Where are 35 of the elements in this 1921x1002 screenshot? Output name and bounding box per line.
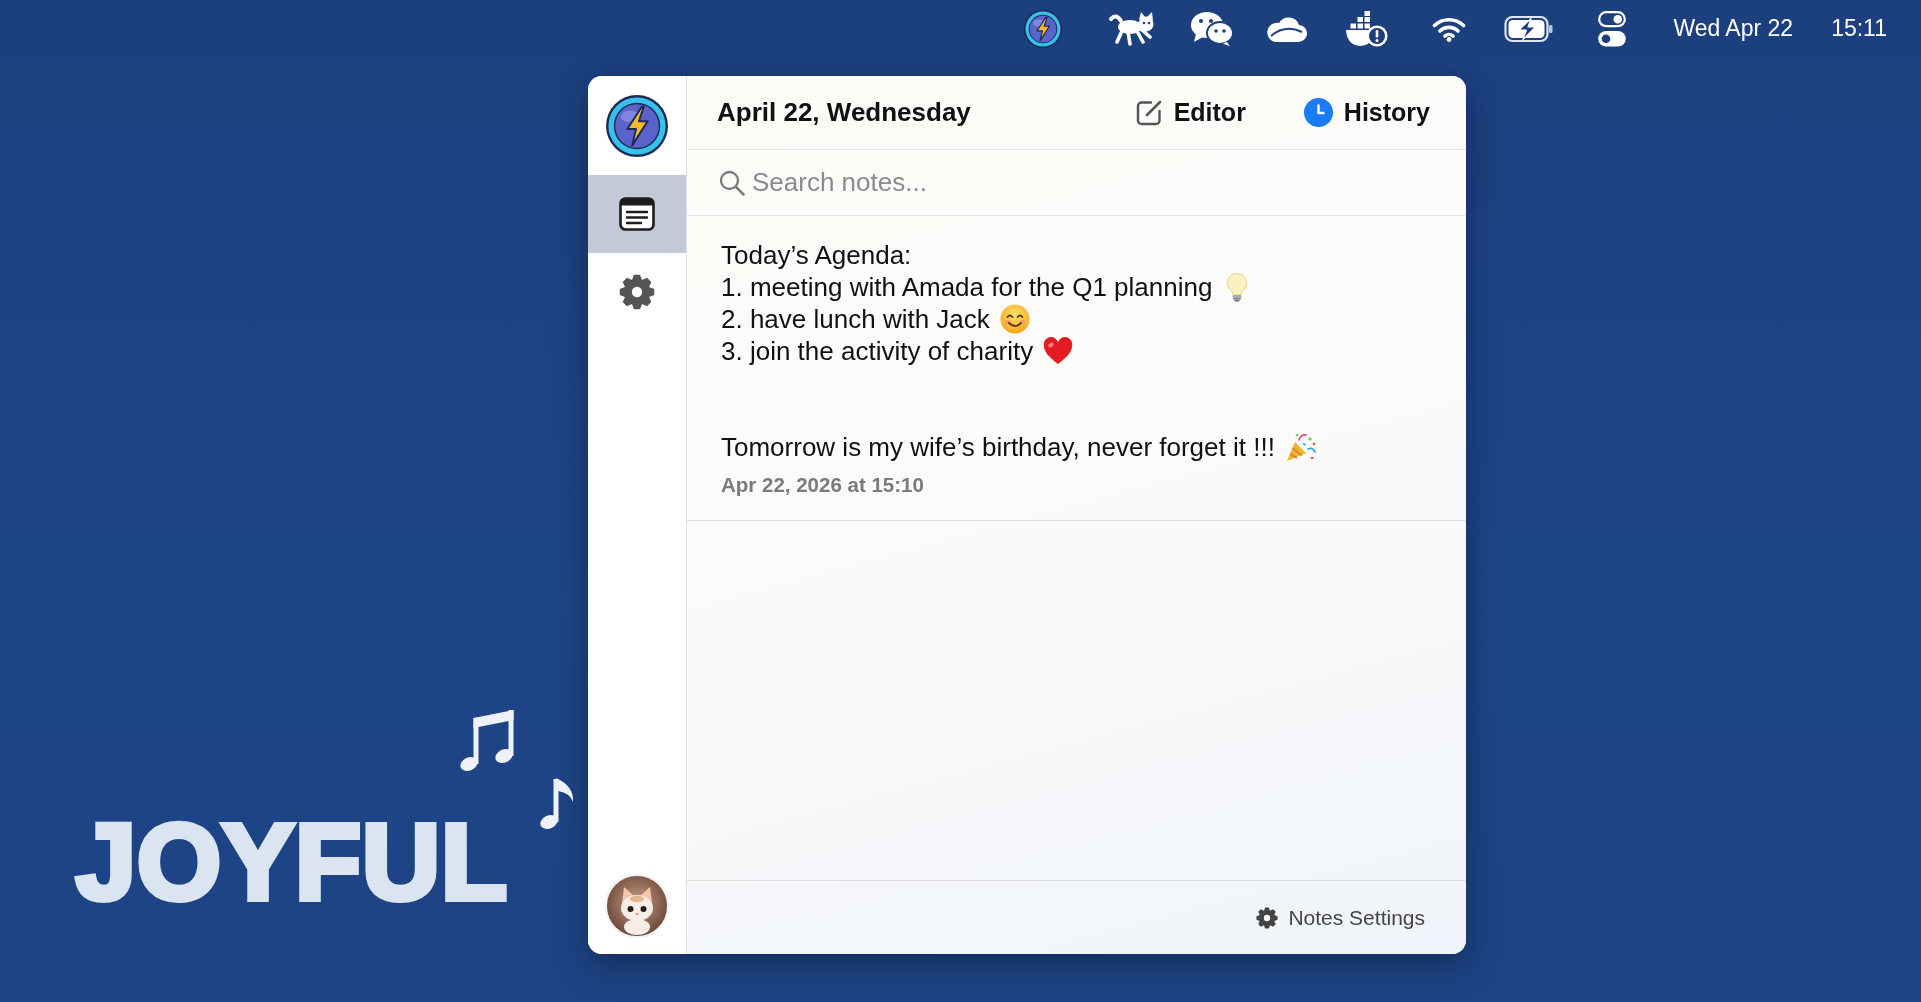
toggle-switches-icon[interactable] [1598, 11, 1627, 47]
lightning-logo-icon [606, 94, 668, 157]
sidebar-item[interactable] [588, 175, 686, 253]
date-title: April 22, Wednesday [717, 96, 971, 129]
music-notes-icon [459, 708, 515, 774]
note-text-line: 2. have lunch with Jack [721, 303, 990, 335]
stacked-boxes-alert-icon[interactable] [1344, 10, 1389, 48]
party-popper-icon [1284, 431, 1317, 463]
note-text-line: 3. join the activity of charity [721, 335, 1034, 367]
note-text-line: 1. meeting with Amada for the Q1 planning [721, 271, 1213, 303]
lightning-app-icon[interactable] [1024, 10, 1063, 48]
wifi-icon[interactable] [1432, 16, 1467, 42]
note-text-line: Today’s Agenda: [721, 239, 912, 271]
notes-settings-button[interactable]: Notes Settings [1256, 901, 1425, 934]
chat-bubbles-icon[interactable] [1190, 11, 1235, 47]
battery-charging-icon[interactable] [1504, 15, 1555, 43]
cat-avatar[interactable] [605, 874, 669, 938]
wallpaper-lettering: JOYFUL [76, 808, 509, 916]
settings-icon [1256, 906, 1279, 929]
note-timestamp: Apr 22, 2026 at 15:10 [721, 473, 924, 497]
menu-bar-date[interactable]: Wed Apr 22 [1673, 15, 1794, 43]
settings-icon [619, 274, 655, 310]
cloud-icon[interactable] [1265, 15, 1308, 43]
smiley-icon [999, 304, 1030, 334]
music-note-icon [539, 775, 576, 830]
menu-bar-time[interactable]: 15:11 [1831, 15, 1887, 43]
heart-icon [1043, 337, 1074, 365]
edit-icon [1134, 98, 1163, 127]
notes-icon [619, 197, 655, 231]
view-tab[interactable]: Editor [1134, 93, 1246, 132]
search-field[interactable]: Search notes... [752, 163, 1446, 202]
clock-icon [1303, 98, 1333, 127]
view-tab[interactable]: History [1303, 93, 1430, 132]
search-icon [719, 169, 745, 196]
note-text-line: Tomorrow is my wife’s birthday, never forget it !!! [721, 431, 1275, 463]
